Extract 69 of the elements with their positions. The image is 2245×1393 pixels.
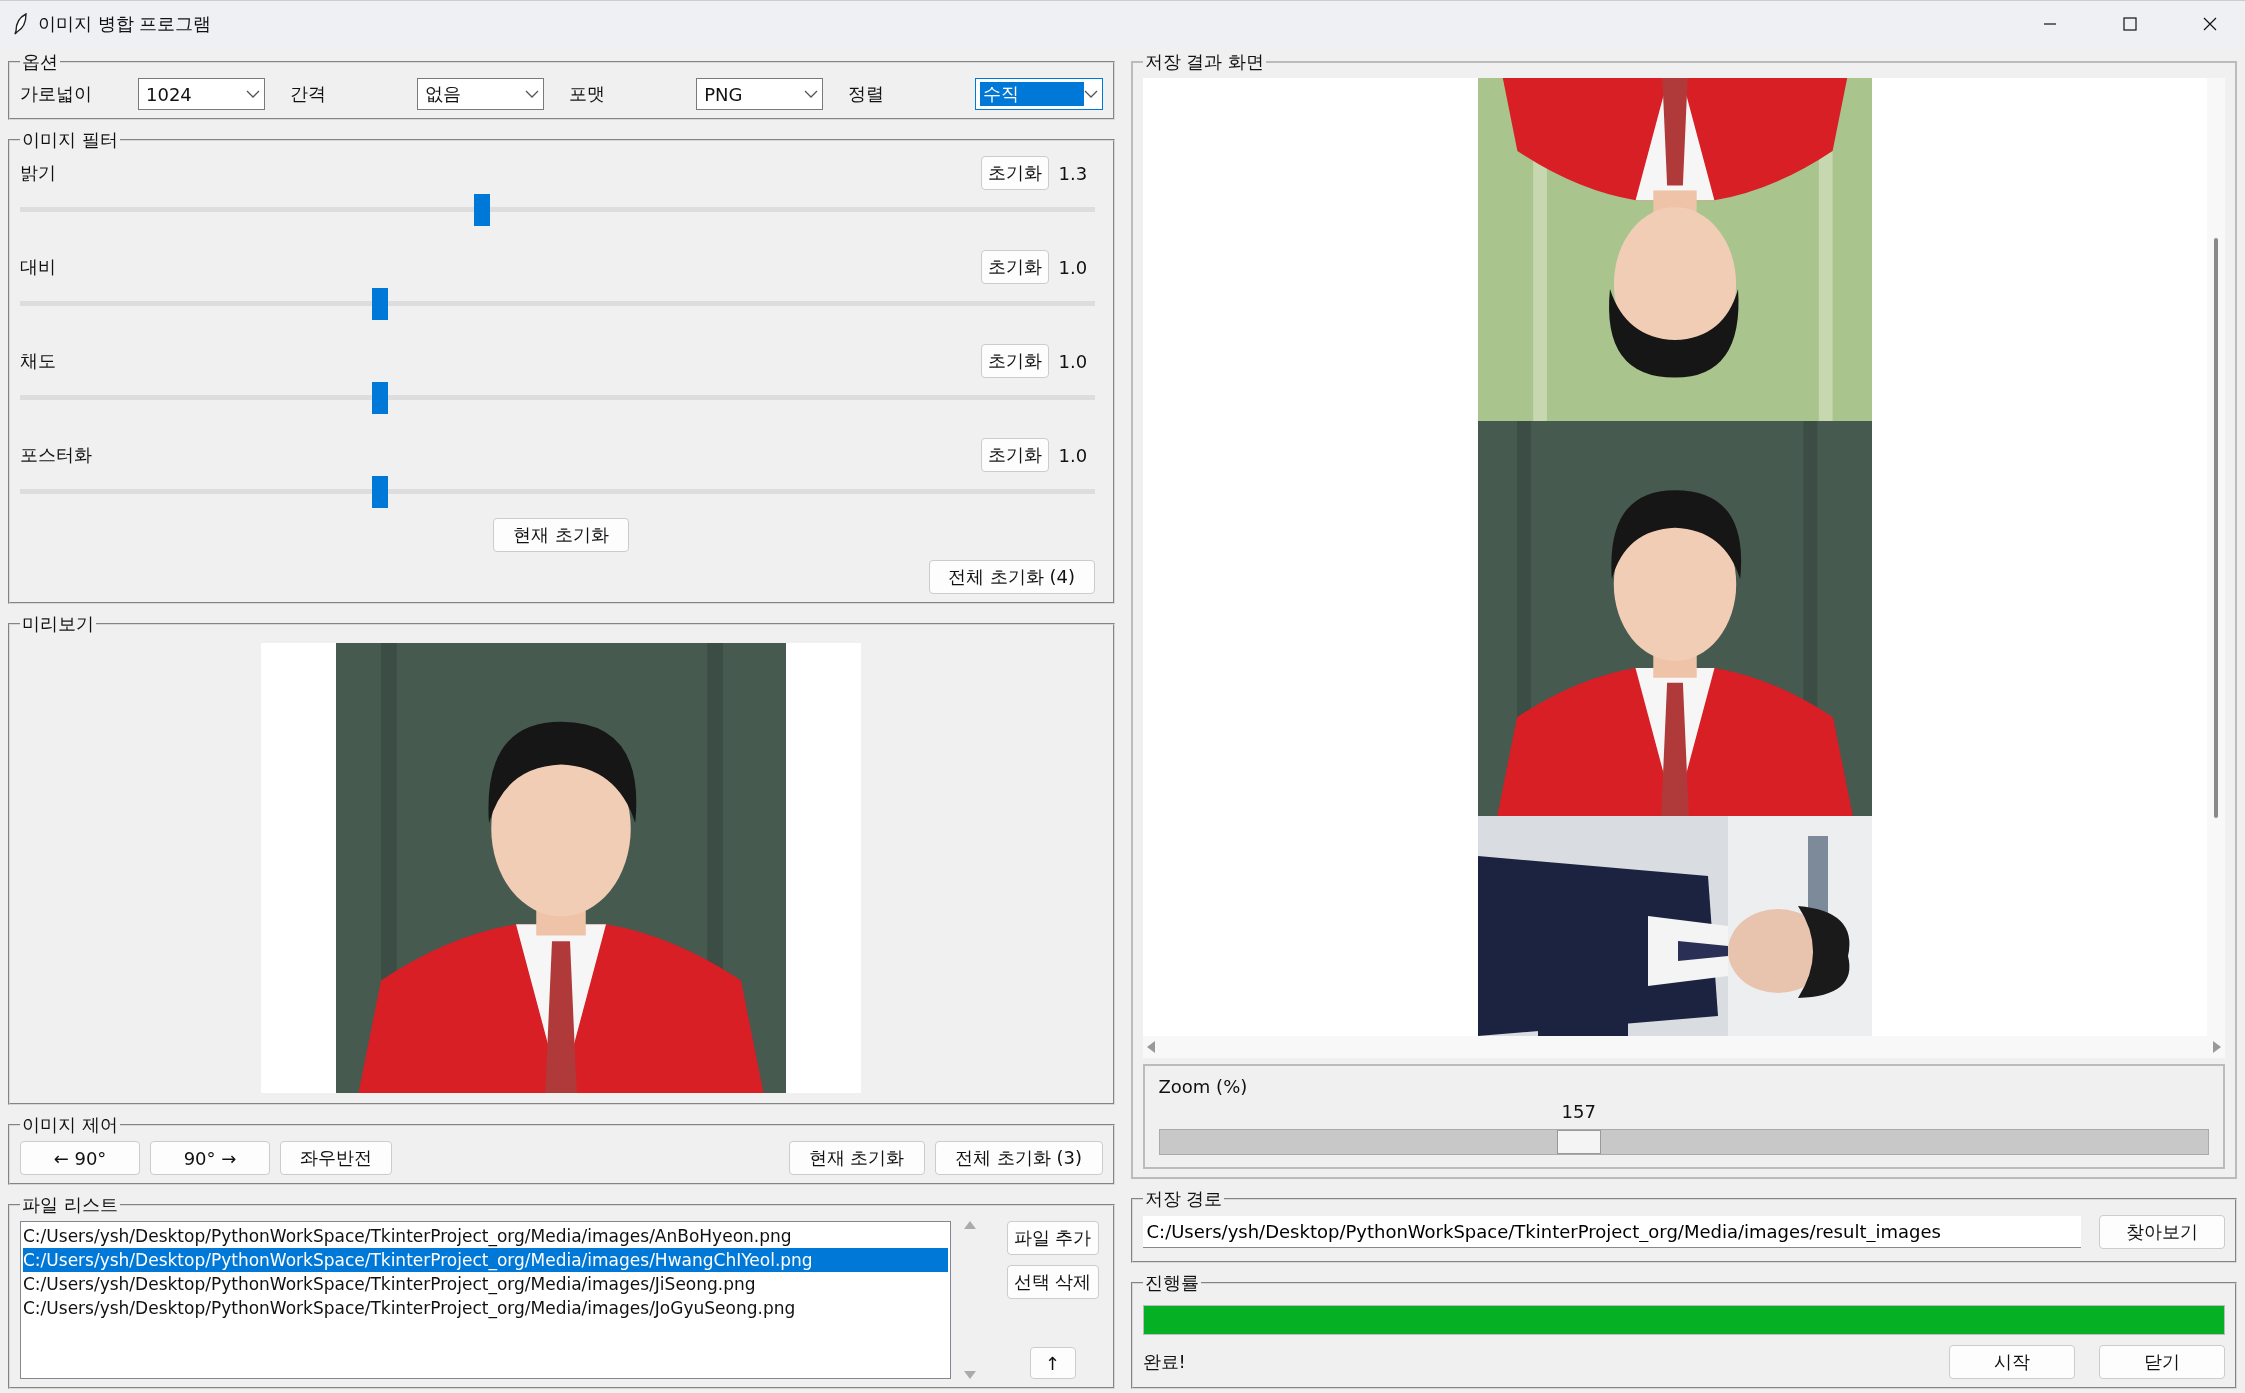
file-item[interactable]: C:/Users/ysh/Desktop/PythonWorkSpace/TkinterProject_org/Media/images/JoGyuSeong.png [23,1296,948,1320]
scroll-right-icon[interactable] [2213,1041,2221,1053]
file-item[interactable]: C:/Users/ysh/Desktop/PythonWorkSpace/TkinterProject_org/Media/images/AnBoHyeon.png [23,1224,948,1248]
file-item[interactable]: C:/Users/ysh/Desktop/PythonWorkSpace/TkinterProject_org/Media/images/JiSeong.png [23,1272,948,1296]
panel-title: 옵션 [21,50,59,74]
move-up-button[interactable]: ↑ [1029,1347,1076,1379]
dropdown[interactable]: 없음 [417,78,545,110]
save-path-field[interactable]: C:/Users/ysh/Desktop/PythonWorkSpace/TkinterProject_org/Media/images/result_images [1142,1216,2081,1248]
chevron-icon [804,89,819,99]
reset-all-button[interactable]: 전체 초기화 (4) [928,560,1095,594]
horizontal-scrollbar[interactable] [1142,1036,2225,1058]
close-icon[interactable] [2203,16,2217,31]
filter-value: 1.0 [1058,350,1089,372]
scroll-left-icon[interactable] [1146,1041,1155,1053]
window-title: 이미지 병합 프로그램 [38,11,213,36]
dropdown[interactable]: 수직 [975,78,1103,110]
feather-icon [14,12,28,35]
filter-label: 대비 [20,255,57,279]
action-button[interactable]: 닫기 [2099,1345,2225,1379]
control-button[interactable]: ← 90° [20,1141,140,1175]
control-button[interactable]: 90° → [150,1141,270,1175]
vertical-scrollbar[interactable] [2207,78,2225,1036]
panel-title: 이미지 필터 [21,128,119,152]
zoom-slider-thumb[interactable] [1556,1130,1601,1154]
filter-label: 포스터화 [20,443,93,467]
filter-label: 밝기 [20,161,57,185]
panel-title: 진행률 [1143,1271,1200,1295]
chevron-icon [525,89,540,99]
scroll-down-icon[interactable] [963,1371,976,1379]
file-item[interactable]: C:/Users/ysh/Desktop/PythonWorkSpace/TkinterProject_org/Media/images/HwangChIYeol.png [23,1248,948,1272]
panel-title: 저장 결과 화면 [1143,50,1265,74]
field-label: 포맷 [569,82,607,106]
zoom-label: Zoom (%) [1158,1076,1249,1097]
maximize-icon[interactable] [2123,16,2137,31]
reset-button[interactable]: 초기화 [980,250,1049,284]
control-button[interactable]: 좌우반전 [280,1141,392,1175]
field-label: 정렬 [848,82,886,106]
dropdown[interactable]: PNG [696,78,824,110]
dropdown[interactable]: 1024 [138,78,266,110]
browse-button[interactable]: 찾아보기 [2099,1215,2225,1249]
chevron-icon [1083,89,1098,99]
status-text: 완료! [1142,1350,1187,1374]
slider-thumb[interactable] [371,382,388,414]
slider-thumb[interactable] [371,288,388,320]
filter-value: 1.0 [1058,256,1089,278]
field-label: 간격 [290,82,328,106]
control-button[interactable]: 현재 초기화 [788,1141,925,1175]
filter-label: 채도 [20,349,57,373]
slider-thumb[interactable] [474,194,491,226]
slider-thumb[interactable] [371,476,388,508]
panel-title: 미리보기 [21,612,95,636]
panel-title: 이미지 제어 [21,1113,119,1137]
control-button[interactable]: 전체 초기화 (3) [934,1141,1103,1175]
panel-title: 저장 경로 [1143,1187,1224,1211]
field-label: 가로넓이 [20,82,93,106]
chevron-icon [246,89,261,99]
reset-button[interactable]: 초기화 [980,344,1049,378]
panel-title: 파일 리스트 [21,1193,119,1217]
reset-button[interactable]: 초기화 [980,156,1049,190]
file-button[interactable]: 파일 추가 [1006,1221,1099,1255]
scroll-up-icon[interactable] [963,1221,976,1229]
action-button[interactable]: 시작 [1949,1345,2075,1379]
zoom-value: 157 [1561,1101,1596,1122]
reset-button[interactable]: 초기화 [980,438,1049,472]
file-button[interactable]: 선택 삭제 [1006,1265,1099,1299]
zoom-slider-track[interactable] [1158,1129,2209,1155]
reset-current-button[interactable]: 현재 초기화 [493,518,630,552]
filter-value: 1.0 [1058,444,1089,466]
filter-value: 1.3 [1058,162,1089,184]
